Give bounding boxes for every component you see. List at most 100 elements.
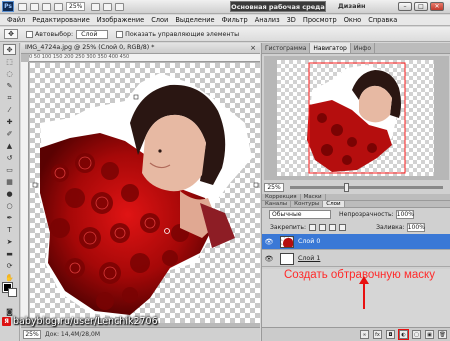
delete-layer-icon[interactable]: 🗑 [438, 330, 447, 339]
opacity-field[interactable]: 100% [395, 209, 414, 219]
menu-edit[interactable]: Редактирование [32, 16, 90, 24]
marquee-tool-icon[interactable]: ⬚ [3, 56, 16, 67]
menu-view[interactable]: Просмотр [303, 16, 337, 24]
adjustments-tabs: Коррекция Маски [262, 194, 450, 201]
maximize-button[interactable]: □ [414, 2, 428, 11]
hand-tool-icon[interactable]: ✋ [3, 272, 16, 283]
options-bar: ✥ Автовыбор: Слой Показать управляющие э… [0, 27, 450, 42]
blend-mode-select[interactable]: Обычные [269, 209, 331, 219]
layer-row[interactable]: 👁 Слой 1 [262, 251, 450, 267]
dodge-tool-icon[interactable]: ○ [3, 200, 16, 211]
menu-bar: Файл Редактирование Изображение Слои Выд… [0, 15, 450, 26]
navigator-zoom-slider[interactable] [290, 182, 443, 192]
menu-file[interactable]: Файл [7, 16, 25, 24]
layer-row[interactable]: 👁 Слой 0 [262, 234, 450, 250]
tab-info[interactable]: Инфо [351, 43, 376, 53]
tab-adjustments[interactable]: Коррекция [262, 194, 301, 200]
show-controls-checkbox[interactable] [116, 30, 124, 38]
history-brush-tool-icon[interactable]: ↺ [3, 152, 16, 163]
navigator-thumbnail [277, 60, 434, 176]
link-layers-icon[interactable]: ∞ [360, 330, 369, 339]
add-mask-icon[interactable]: ◘ [386, 330, 395, 339]
lock-label: Закрепить: [270, 223, 307, 231]
autoselect-label: Автовыбор: [35, 30, 74, 38]
lock-transparency-icon[interactable] [309, 223, 317, 231]
menu-analysis[interactable]: Анализ [255, 16, 280, 24]
healing-brush-tool-icon[interactable]: ✚ [3, 116, 16, 127]
menu-window[interactable]: Окно [344, 16, 362, 24]
eyedropper-tool-icon[interactable]: ⁄ [3, 104, 16, 115]
move-tool-preset-icon[interactable]: ✥ [4, 29, 18, 39]
gradient-tool-icon[interactable]: ▦ [3, 176, 16, 187]
navigator-preview[interactable] [264, 56, 449, 180]
close-button[interactable]: ✕ [430, 2, 444, 11]
menu-image[interactable]: Изображение [97, 16, 144, 24]
autoselect-checkbox[interactable] [26, 30, 33, 38]
new-group-icon[interactable]: ▢ [412, 330, 421, 339]
navigator-zoom-handle[interactable] [343, 182, 349, 192]
design-workspace[interactable]: Дизайн [338, 2, 366, 10]
menu-help[interactable]: Справка [368, 16, 397, 24]
tools-panel: ✥ ⬚ ◌ ✎ ⌗ ⁄ ✚ ✐ ▲ ↺ ▭ ▦ ● ○ ✒ T ➤ ▬ ⟳ ✋ … [0, 43, 20, 341]
minibridge-icon[interactable] [30, 2, 39, 11]
layers-empty-area: Создать обтравочную маску [262, 269, 450, 327]
bridge-icon[interactable] [18, 2, 27, 11]
adjustment-layer-icon[interactable]: ◐ [398, 329, 409, 340]
layer-thumbnail [280, 252, 294, 265]
type-tool-icon[interactable]: T [3, 224, 16, 235]
fill-field[interactable]: 100% [406, 222, 425, 232]
view-extras-icon[interactable] [91, 2, 101, 11]
lasso-tool-icon[interactable]: ◌ [3, 68, 16, 79]
minimize-button[interactable]: – [398, 2, 412, 11]
lock-pixels-icon[interactable] [319, 223, 327, 231]
crop-tool-icon[interactable]: ⌗ [3, 92, 16, 103]
navigator-zoom-field[interactable]: 25% [264, 182, 284, 192]
document-size-info[interactable]: Док: 14,4M/28,0M [45, 331, 100, 338]
path-selection-tool-icon[interactable]: ➤ [3, 236, 16, 247]
eye-icon[interactable]: 👁 [264, 255, 274, 263]
menu-select[interactable]: Выделение [175, 16, 214, 24]
quick-selection-tool-icon[interactable]: ✎ [3, 80, 16, 91]
new-layer-icon[interactable]: ▣ [425, 330, 434, 339]
screen-mode-icon[interactable] [115, 2, 125, 11]
lock-all-icon[interactable] [339, 223, 347, 231]
menu-filter[interactable]: Фильтр [222, 16, 248, 24]
layers-tabs: Каналы Контуры Слои [262, 201, 450, 208]
vertical-ruler [21, 62, 29, 323]
lock-row: Закрепить: Заливка: 100% [262, 221, 450, 233]
arrange-documents-icon[interactable] [103, 2, 113, 11]
menu-3d[interactable]: 3D [287, 16, 296, 24]
clone-stamp-tool-icon[interactable]: ▲ [3, 140, 16, 151]
3d-rotate-tool-icon[interactable]: ⟳ [3, 260, 16, 271]
move-tool-icon[interactable]: ✥ [3, 44, 16, 55]
menu-layers[interactable]: Слои [151, 16, 168, 24]
layers-footer: ∞ fx ◘ ◐ ▢ ▣ 🗑 [262, 327, 450, 341]
zoom-tool-icon[interactable] [54, 2, 63, 11]
eraser-tool-icon[interactable]: ▭ [3, 164, 16, 175]
document-close-icon[interactable]: × [250, 43, 256, 53]
background-color-swatch[interactable] [8, 288, 17, 297]
autoselect-target-select[interactable]: Слой [76, 29, 109, 39]
tab-paths[interactable]: Контуры [291, 201, 324, 207]
watermark-text: babyblog.ru/user/Lenchik2706 [13, 315, 158, 327]
document-tab[interactable]: IMG_4724a.jpg @ 25% (Слой 0, RGB/8) * × [21, 43, 260, 54]
tab-histogram[interactable]: Гистограмма [262, 43, 311, 53]
blur-tool-icon[interactable]: ● [3, 188, 16, 199]
layer-style-icon[interactable]: fx [373, 330, 382, 339]
tab-navigator[interactable]: Навигатор [310, 43, 351, 53]
tab-masks[interactable]: Маски [301, 194, 326, 200]
image-canvas[interactable] [30, 63, 260, 323]
lock-position-icon[interactable] [329, 223, 337, 231]
eye-icon[interactable]: 👁 [264, 238, 274, 246]
status-zoom-field[interactable]: 25% [23, 330, 41, 339]
tab-channels[interactable]: Каналы [262, 201, 292, 207]
brush-tool-icon[interactable]: ✐ [3, 128, 16, 139]
shape-tool-icon[interactable]: ▬ [3, 248, 16, 259]
zoom-level-select[interactable]: 25% [66, 2, 86, 11]
annotation-arrow-icon [359, 276, 369, 309]
pen-tool-icon[interactable]: ✒ [3, 212, 16, 223]
tab-layers[interactable]: Слои [323, 201, 345, 207]
application-bar: Ps 25% Основная рабочая среда Дизайн – □… [0, 0, 450, 14]
workspace-switcher[interactable]: Основная рабочая среда [230, 1, 326, 12]
hand-tool-icon[interactable] [42, 2, 51, 11]
